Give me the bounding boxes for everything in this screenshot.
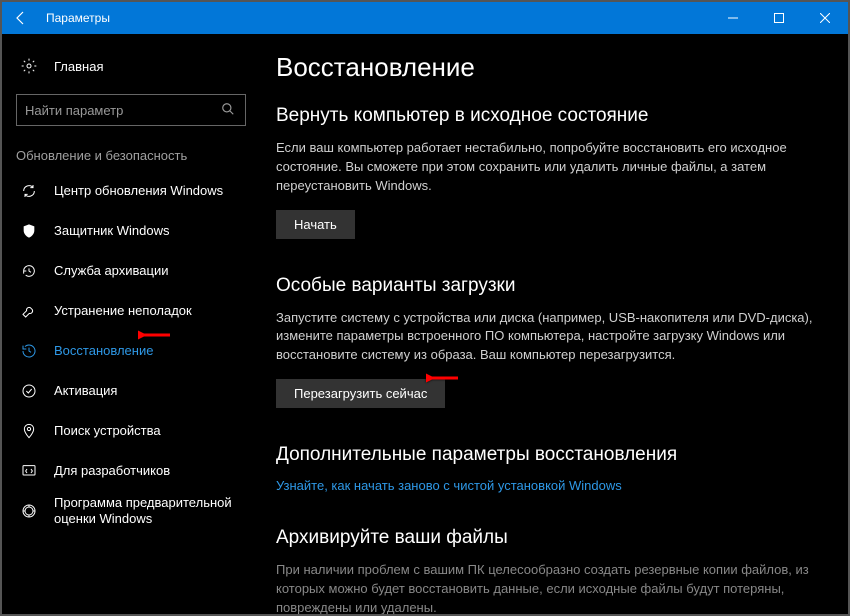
search-input[interactable]	[25, 103, 221, 118]
sidebar-item-label: Центр обновления Windows	[54, 183, 233, 199]
sidebar-item-label: Защитник Windows	[54, 223, 179, 239]
home-button[interactable]: Главная	[2, 48, 262, 84]
sidebar-item-backup[interactable]: Служба архивации	[2, 251, 262, 291]
section-backup-text: При наличии проблем с вашим ПК целесообр…	[276, 561, 818, 614]
sidebar-item-defender[interactable]: Защитник Windows	[2, 211, 262, 251]
wrench-icon	[20, 302, 38, 320]
sidebar-item-label: Поиск устройства	[54, 423, 171, 439]
clean-install-link[interactable]: Узнайте, как начать заново с чистой уста…	[276, 478, 818, 493]
section-backup-heading: Архивируйте ваши файлы	[276, 527, 818, 549]
sidebar-item-label: Программа предварительной оценки Windows	[54, 495, 262, 526]
sidebar-item-activation[interactable]: Активация	[2, 371, 262, 411]
sidebar-item-label: Служба архивации	[54, 263, 179, 279]
restart-now-button[interactable]: Перезагрузить сейчас	[276, 379, 445, 408]
code-icon	[20, 462, 38, 480]
minimize-button[interactable]	[710, 2, 756, 34]
back-button[interactable]	[2, 2, 40, 34]
sidebar-group-header: Обновление и безопасность	[2, 126, 262, 171]
location-icon	[20, 422, 38, 440]
history-icon	[20, 342, 38, 360]
section-advanced-startup-text: Запустите систему с устройства или диска…	[276, 309, 818, 366]
insider-icon	[20, 502, 38, 520]
sidebar-item-developers[interactable]: Для разработчиков	[2, 451, 262, 491]
gear-icon	[20, 57, 38, 75]
section-reset-text: Если ваш компьютер работает нестабильно,…	[276, 139, 818, 196]
sidebar-item-label: Устранение неполадок	[54, 303, 202, 319]
sidebar-item-find-device[interactable]: Поиск устройства	[2, 411, 262, 451]
home-label: Главная	[54, 59, 103, 74]
sidebar-item-recovery[interactable]: Восстановление	[2, 331, 262, 371]
section-more-options-heading: Дополнительные параметры восстановления	[276, 444, 818, 466]
title-bar: Параметры	[2, 2, 848, 34]
refresh-icon	[20, 182, 38, 200]
sidebar-item-insider[interactable]: Программа предварительной оценки Windows	[2, 491, 262, 531]
start-button[interactable]: Начать	[276, 210, 355, 239]
check-circle-icon	[20, 382, 38, 400]
sidebar-item-label: Для разработчиков	[54, 463, 180, 479]
backup-icon	[20, 262, 38, 280]
maximize-button[interactable]	[756, 2, 802, 34]
sidebar-item-troubleshoot[interactable]: Устранение неполадок	[2, 291, 262, 331]
sidebar-item-label: Восстановление	[54, 343, 163, 359]
shield-icon	[20, 222, 38, 240]
page-title: Восстановление	[276, 52, 818, 83]
section-advanced-startup-heading: Особые варианты загрузки	[276, 275, 818, 297]
search-icon	[221, 102, 237, 118]
main-content: Восстановление Вернуть компьютер в исход…	[262, 34, 848, 614]
search-box[interactable]	[16, 94, 246, 126]
sidebar-item-label: Активация	[54, 383, 127, 399]
sidebar: Главная Обновление и безопасность Центр …	[2, 34, 262, 614]
close-button[interactable]	[802, 2, 848, 34]
sidebar-item-update[interactable]: Центр обновления Windows	[2, 171, 262, 211]
window-title: Параметры	[40, 11, 710, 25]
section-reset-heading: Вернуть компьютер в исходное состояние	[276, 105, 818, 127]
